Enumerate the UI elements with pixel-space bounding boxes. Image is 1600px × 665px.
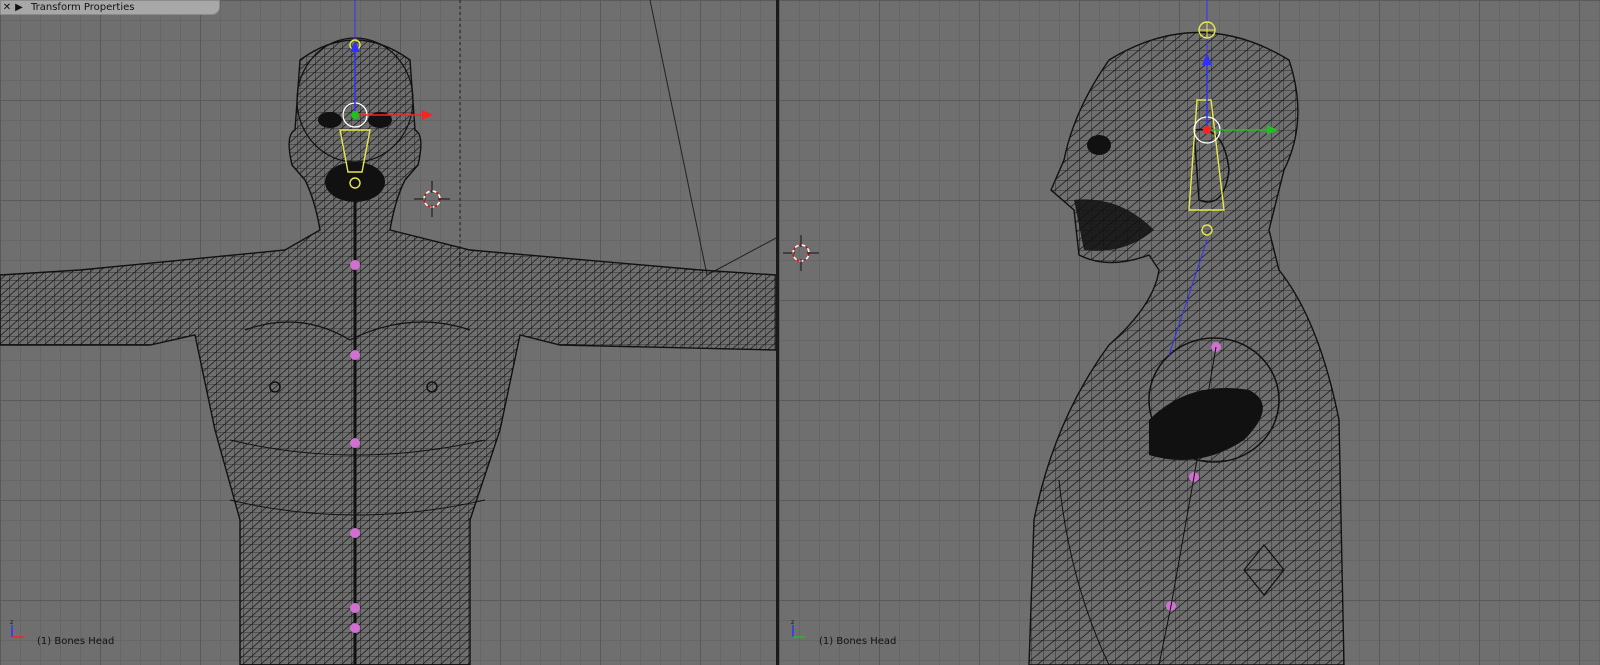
expand-icon[interactable]: ▶	[13, 2, 25, 14]
front-viewport[interactable]: ✕ ▶ Transform Properties z (1) Bones Hea…	[0, 0, 776, 665]
panel-title: Transform Properties	[31, 2, 135, 13]
character-mesh-side	[1028, 31, 1345, 665]
character-mesh-front	[0, 37, 776, 665]
close-icon[interactable]: ✕	[1, 2, 13, 14]
front-wireframe-scene	[0, 0, 776, 665]
3d-cursor-front	[414, 181, 450, 217]
viewport-status-label: (1) Bones Head	[819, 636, 897, 647]
3d-cursor-side	[783, 235, 819, 271]
side-wireframe-scene	[783, 0, 1345, 665]
axis-gizmo-side: z	[791, 619, 805, 638]
lamp-line	[649, 0, 708, 276]
axis-z-label: z	[10, 619, 13, 626]
viewport-status-label: (1) Bones Head	[37, 636, 115, 647]
axis-gizmo-front: z	[10, 619, 24, 638]
axis-z-label: z	[791, 619, 794, 626]
side-viewport[interactable]: z (1) Bones Head	[779, 0, 1600, 665]
transform-properties-panel-header[interactable]: ✕ ▶ Transform Properties	[0, 0, 220, 15]
